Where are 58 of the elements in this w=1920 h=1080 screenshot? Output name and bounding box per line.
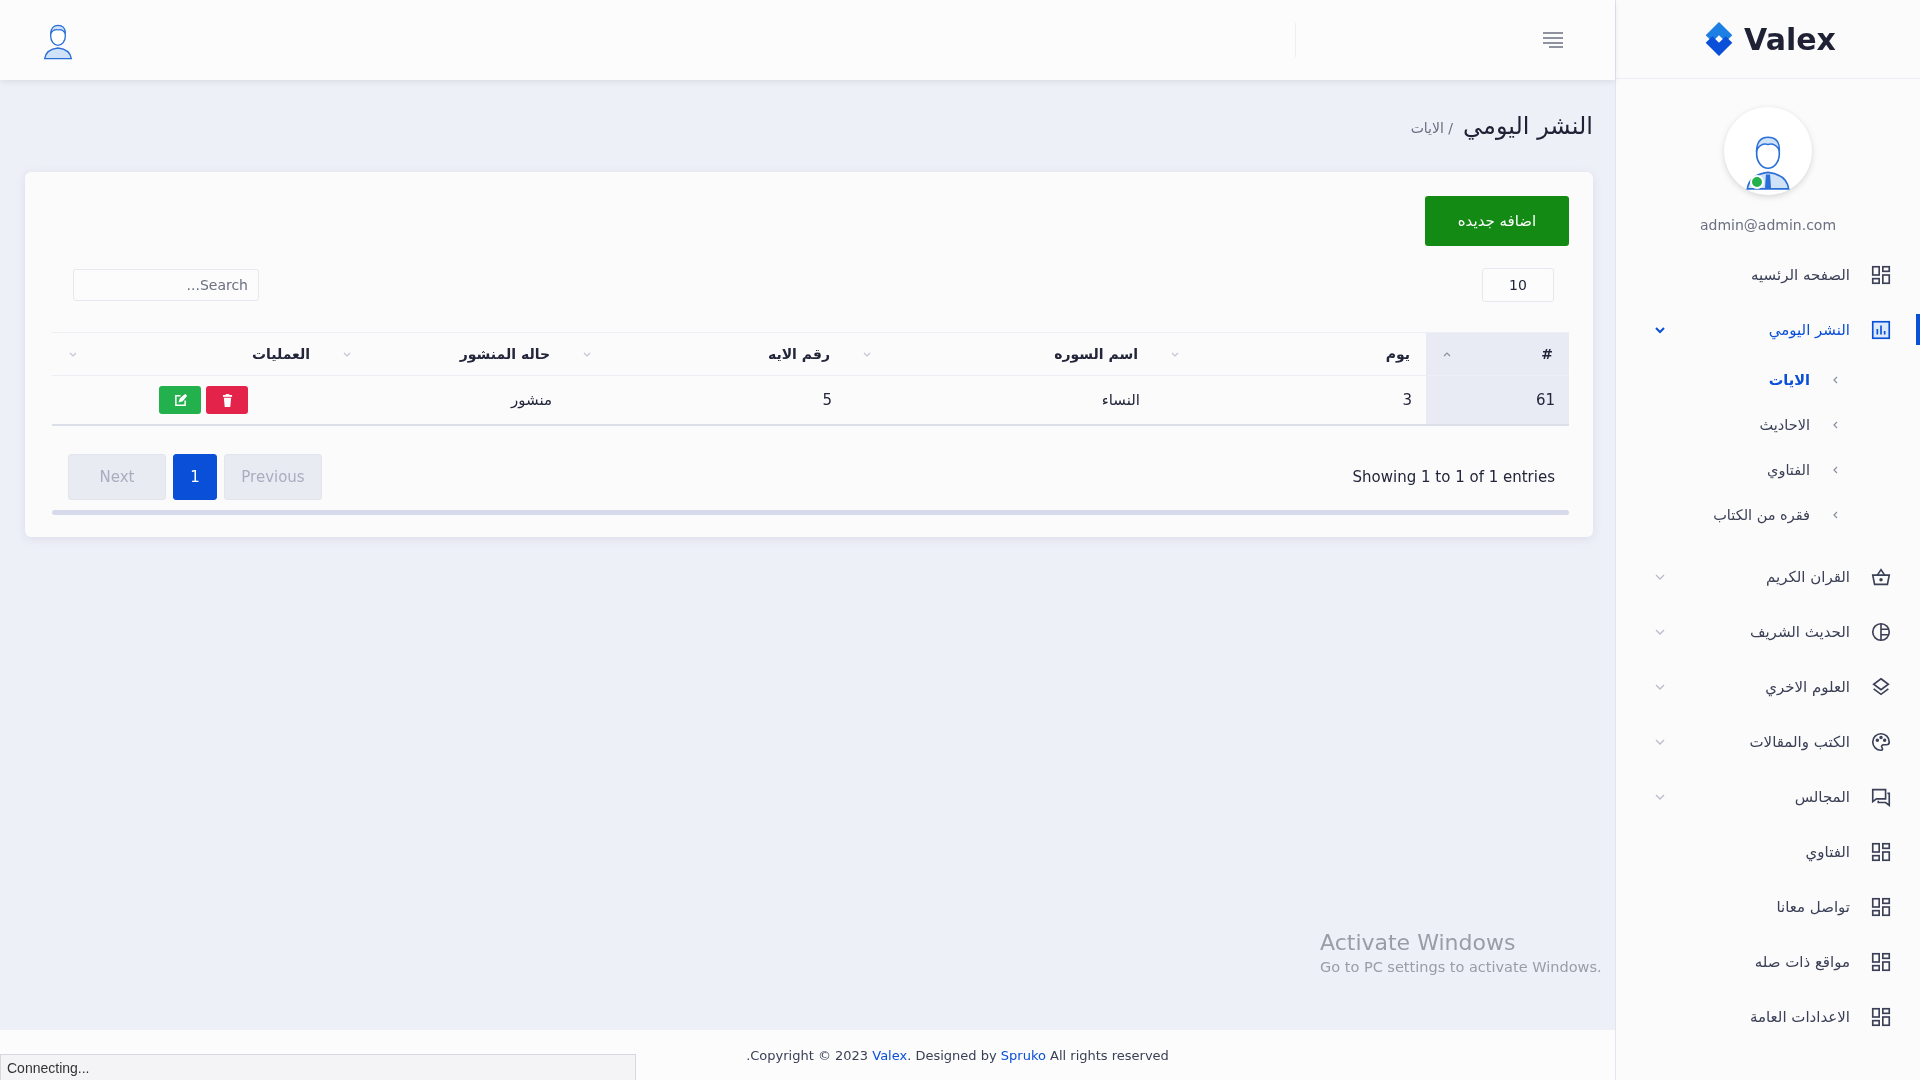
chevron-left-icon xyxy=(1832,375,1840,384)
grid-icon xyxy=(1870,895,1892,918)
chart-icon xyxy=(1870,318,1892,341)
page-button[interactable]: 1 xyxy=(173,454,217,500)
menu-item[interactable]: الصفحه الرئسيه xyxy=(1616,247,1920,302)
column-header[interactable]: حاله المنشور xyxy=(326,332,566,376)
author-link[interactable]: Spruko xyxy=(1000,1047,1046,1063)
chevron-left-icon xyxy=(1832,510,1840,519)
page-length-select[interactable]: 10 xyxy=(1482,268,1554,302)
grid-icon xyxy=(1870,263,1892,286)
column-header[interactable]: اسم السوره xyxy=(846,332,1154,376)
menu-icon[interactable] xyxy=(1541,31,1565,49)
menu-item[interactable]: الاعدادات العامة xyxy=(1616,989,1920,1044)
delete-button[interactable] xyxy=(206,386,248,414)
edit-button[interactable] xyxy=(159,386,201,414)
grid-icon xyxy=(1870,1005,1892,1028)
chevron-left-icon xyxy=(1832,420,1840,429)
status-bar: Connecting... xyxy=(0,1054,636,1080)
table-cell: 3 xyxy=(1154,375,1426,425)
menu-item[interactable]: مواقع ذات صله xyxy=(1616,934,1920,989)
layers-icon xyxy=(1870,675,1892,698)
user-email: admin@admin.com xyxy=(1699,217,1837,233)
column-header[interactable]: # xyxy=(1426,332,1569,376)
table-cell: 61 xyxy=(1426,375,1569,425)
menu-item[interactable]: تواصل معانا xyxy=(1616,879,1920,934)
column-header[interactable]: رقم الايه xyxy=(566,332,846,376)
table-cell: النساء xyxy=(846,375,1154,425)
menu-item[interactable]: العلوم الاخري xyxy=(1616,659,1920,714)
submenu-item[interactable]: فقره من الكتاب xyxy=(1616,492,1920,537)
menu-item[interactable]: النشر اليومي xyxy=(1616,302,1920,357)
menu-item[interactable]: الكتب والمقالات xyxy=(1616,714,1920,769)
menu-item[interactable]: القران الكريم xyxy=(1616,549,1920,604)
activation-text: Go to PC settings to activate Windows. xyxy=(1320,959,1602,975)
grid-icon xyxy=(1870,840,1892,863)
chevron-left-icon xyxy=(1832,465,1840,474)
add-button[interactable]: اضافه جديده xyxy=(1425,196,1569,246)
copyright-text: .Copyright © 2023 Valex. Designed by Spruko All rights reserved xyxy=(746,1047,1169,1063)
menu-item[interactable]: الفتاوي xyxy=(1616,824,1920,879)
brand-name: Valex xyxy=(1744,21,1836,57)
pie-icon xyxy=(1870,620,1892,643)
column-header[interactable]: العمليات xyxy=(52,332,326,376)
activation-title: Activate Windows xyxy=(1320,930,1517,955)
submenu-item[interactable]: الفتاوي xyxy=(1616,447,1920,492)
menu-item[interactable]: المجالس xyxy=(1616,769,1920,824)
page-title: النشر اليومي xyxy=(1463,112,1593,140)
breadcrumb: / الايات xyxy=(1410,120,1453,136)
submenu-item[interactable]: الاحاديث xyxy=(1616,402,1920,447)
search-field[interactable]: Search... xyxy=(73,269,259,301)
table-cell: منشور xyxy=(326,375,566,425)
submenu-item[interactable]: الايات xyxy=(1616,357,1920,402)
menu-item[interactable]: الحديث الشريف xyxy=(1616,604,1920,659)
edit-icon xyxy=(173,393,187,407)
grid-icon xyxy=(1870,950,1892,973)
entries-info: Showing 1 to 1 of 1 entries xyxy=(1352,468,1555,486)
trash-icon xyxy=(221,393,233,407)
table-cell: 5 xyxy=(566,375,846,425)
palette-icon xyxy=(1870,730,1892,753)
column-header[interactable]: يوم xyxy=(1154,332,1426,376)
